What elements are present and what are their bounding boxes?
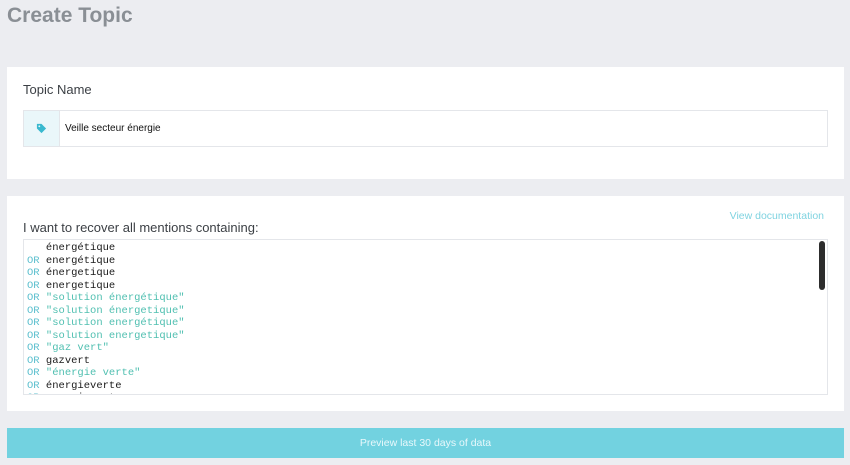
query-phrase: "solution énergetique" — [45, 304, 185, 317]
query-line: OR "énergie verte" — [27, 367, 827, 380]
query-term: energétique — [45, 254, 116, 267]
query-lines: énergétique OR energétique OR énergetique O… — [24, 240, 827, 394]
view-documentation-link[interactable]: View documentation — [730, 210, 824, 222]
query-term: energieverte — [46, 392, 122, 394]
query-operator: OR — [27, 267, 40, 279]
query-term: énergetique — [45, 267, 116, 279]
query-phrase: "solution energetique" — [45, 329, 185, 342]
query-line: OR "solution énergetique" — [27, 305, 827, 318]
tag-icon — [36, 123, 47, 134]
query-operator: OR — [27, 354, 40, 367]
topic-name-label: Topic Name — [23, 82, 92, 97]
query-phrase: "solution energétique" — [45, 317, 185, 329]
query-phrase: "solution énergétique" — [45, 292, 185, 304]
query-line: OR "gaz vert" — [27, 342, 827, 355]
query-line: OR gazvert — [27, 355, 827, 368]
query-operator: OR — [27, 367, 40, 379]
query-line: OR "solution énergétique" — [27, 292, 827, 305]
query-scrollbar[interactable] — [819, 241, 826, 393]
query-operator: OR — [27, 379, 40, 392]
topic-name-field[interactable] — [23, 110, 828, 147]
query-line: OR energétique — [27, 255, 827, 268]
query-operator: OR — [27, 254, 40, 267]
page-title: Create Topic — [7, 4, 133, 27]
query-line: OR "solution energétique" — [27, 317, 827, 330]
query-editor[interactable]: énergétique OR energétique OR énergetique O… — [23, 239, 828, 395]
query-card: I want to recover all mentions containin… — [7, 196, 844, 411]
query-operator: OR — [27, 317, 40, 329]
query-operator: OR — [27, 392, 40, 394]
query-term: energetique — [45, 279, 116, 292]
query-line: OR "solution energetique" — [27, 330, 827, 343]
query-line: énergétique — [27, 242, 827, 255]
query-term: énergétique — [45, 242, 116, 254]
topic-name-input[interactable] — [60, 111, 827, 146]
query-line: OR energetique — [27, 280, 827, 293]
query-phrase: "énergie verte" — [45, 367, 141, 379]
topic-name-card: Topic Name — [7, 67, 844, 179]
query-term: gazvert — [45, 354, 91, 367]
query-operator: OR — [27, 342, 40, 354]
query-line: OR energieverte — [27, 392, 827, 394]
query-operator: OR — [27, 292, 40, 304]
scroll-thumb[interactable] — [819, 241, 825, 290]
query-operator: OR — [27, 329, 40, 342]
query-line: OR énergieverte — [27, 380, 827, 393]
query-line: OR énergetique — [27, 267, 827, 280]
query-operator: OR — [27, 304, 40, 317]
query-phrase: "gaz vert" — [45, 342, 109, 354]
preview-button[interactable]: Preview last 30 days of data — [7, 428, 844, 458]
query-label: I want to recover all mentions containin… — [23, 220, 259, 235]
query-operator: OR — [27, 279, 40, 292]
tag-icon-box — [24, 111, 60, 146]
query-term: énergieverte — [45, 379, 122, 392]
